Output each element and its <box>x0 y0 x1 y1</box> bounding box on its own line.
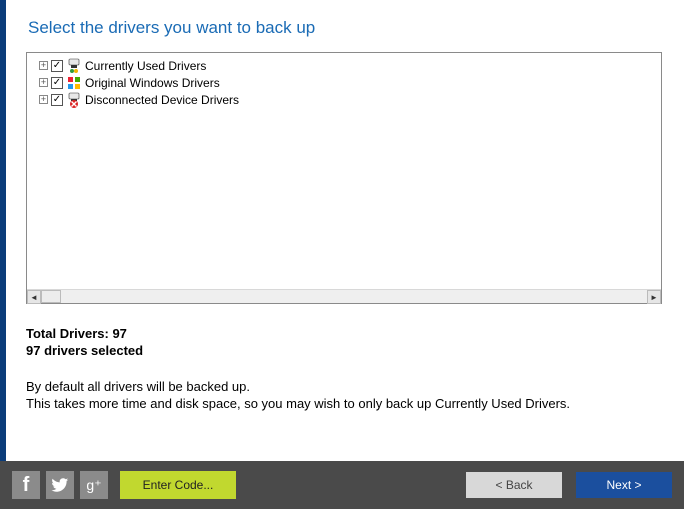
checkbox[interactable]: ✓ <box>51 60 63 72</box>
info-line-1: By default all drivers will be backed up… <box>26 378 664 396</box>
tree-item-label: Currently Used Drivers <box>85 59 206 73</box>
checkbox[interactable]: ✓ <box>51 77 63 89</box>
expand-icon[interactable]: + <box>39 61 48 70</box>
info-text: By default all drivers will be backed up… <box>26 378 664 413</box>
checkbox[interactable]: ✓ <box>51 94 63 106</box>
windows-logo-icon <box>66 75 82 91</box>
total-drivers-label: Total Drivers: 97 <box>26 326 664 343</box>
scroll-right-button[interactable]: ► <box>647 290 661 304</box>
scroll-left-button[interactable]: ◄ <box>27 290 41 304</box>
driver-tree: + ✓ Currently Used Drivers + ✓ Original … <box>27 53 661 289</box>
expand-icon[interactable]: + <box>39 95 48 104</box>
tree-item-original-windows[interactable]: + ✓ Original Windows Drivers <box>39 74 655 91</box>
footer-bar: f g⁺ Enter Code... < Back Next > <box>0 461 684 509</box>
driver-tree-container: + ✓ Currently Used Drivers + ✓ Original … <box>26 52 662 304</box>
selected-drivers-label: 97 drivers selected <box>26 343 664 360</box>
facebook-icon[interactable]: f <box>12 471 40 499</box>
next-button[interactable]: Next > <box>576 472 672 498</box>
tree-item-currently-used[interactable]: + ✓ Currently Used Drivers <box>39 57 655 74</box>
driver-stats: Total Drivers: 97 97 drivers selected <box>26 326 664 360</box>
tree-item-label: Original Windows Drivers <box>85 76 220 90</box>
enter-code-button[interactable]: Enter Code... <box>120 471 236 499</box>
back-button[interactable]: < Back <box>466 472 562 498</box>
main-panel: Select the drivers you want to back up +… <box>6 0 684 461</box>
scroll-thumb[interactable] <box>41 290 61 303</box>
scroll-track[interactable] <box>41 290 647 303</box>
info-line-2: This takes more time and disk space, so … <box>26 395 664 413</box>
twitter-icon[interactable] <box>46 471 74 499</box>
tree-item-label: Disconnected Device Drivers <box>85 93 239 107</box>
horizontal-scrollbar[interactable]: ◄ ► <box>27 289 661 303</box>
tree-item-disconnected[interactable]: + ✓ Disconnected Device Drivers <box>39 91 655 108</box>
page-title: Select the drivers you want to back up <box>28 18 664 38</box>
google-plus-icon[interactable]: g⁺ <box>80 471 108 499</box>
expand-icon[interactable]: + <box>39 78 48 87</box>
disconnected-device-icon <box>66 92 82 108</box>
driver-category-icon <box>66 58 82 74</box>
